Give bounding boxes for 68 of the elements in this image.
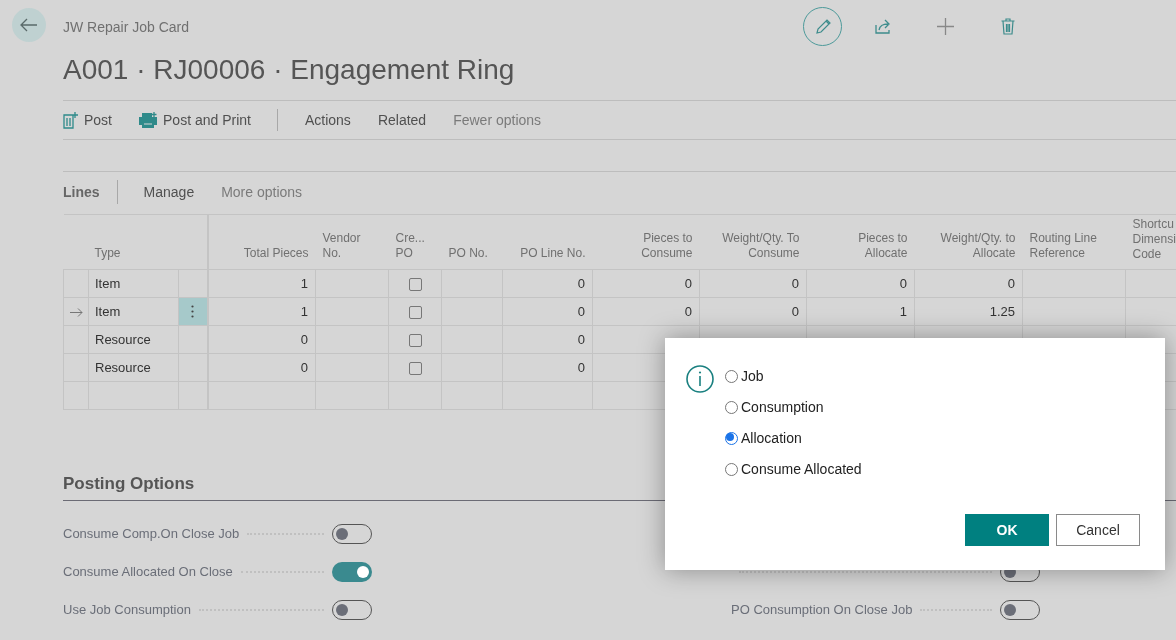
toolbar-button[interactable]: Fewer options xyxy=(453,105,542,135)
printer-icon xyxy=(138,111,158,129)
column-header[interactable]: Total Pieces xyxy=(243,245,309,261)
current-row-arrow-icon xyxy=(69,307,83,317)
column-header[interactable]: Weight/Qty. To Consume xyxy=(722,230,800,261)
table-cell: 0 xyxy=(300,331,308,347)
toolbar-button[interactable]: Post xyxy=(63,105,112,135)
toolbar-button[interactable]: Actions xyxy=(304,105,351,135)
new-button[interactable] xyxy=(935,16,955,36)
table-cell: Resource xyxy=(95,331,151,347)
column-header[interactable]: Cre... PO xyxy=(395,230,425,261)
info-icon xyxy=(686,365,714,393)
table-cell: 1 xyxy=(300,275,308,291)
checkbox[interactable] xyxy=(408,305,422,319)
column-header[interactable]: Routing Line Reference xyxy=(1029,230,1097,261)
column-header[interactable]: Pieces to Allocate xyxy=(858,230,908,261)
table-cell: 0 xyxy=(791,303,799,319)
radio-option[interactable]: Job xyxy=(725,361,862,392)
table-cell: 0 xyxy=(577,331,585,347)
plus-icon xyxy=(936,17,954,35)
table-cell: 0 xyxy=(577,359,585,375)
column-header[interactable]: Shortcu Dimensi Code xyxy=(1132,217,1176,262)
document-plus-icon xyxy=(63,111,79,129)
back-button[interactable] xyxy=(12,8,46,42)
table-cell: Item xyxy=(95,275,121,291)
table-cell: 0 xyxy=(577,303,585,319)
more-vertical-icon xyxy=(191,305,195,318)
section-title: Lines xyxy=(63,182,100,202)
table-cell: 0 xyxy=(684,275,692,291)
column-header[interactable]: PO Line No. xyxy=(520,245,586,261)
table-cell: 1 xyxy=(899,303,907,319)
toolbar-button[interactable]: More options xyxy=(221,181,303,203)
field-label: Consume Allocated On Close xyxy=(63,562,233,581)
table-cell: 1 xyxy=(300,303,308,319)
checkbox[interactable] xyxy=(408,277,422,291)
trash-icon xyxy=(1001,17,1015,35)
page-title: A001 · RJ00006 · Engagement Ring xyxy=(63,53,515,87)
ok-button[interactable]: OK xyxy=(965,514,1049,546)
column-header[interactable]: PO No. xyxy=(448,245,488,261)
toolbar-button[interactable]: Manage xyxy=(143,181,195,203)
field-label: Consume Comp.On Close Job xyxy=(63,524,240,543)
cancel-button[interactable]: Cancel xyxy=(1056,514,1140,546)
checkbox[interactable] xyxy=(408,361,422,375)
table-cell: 0 xyxy=(1007,275,1015,291)
table-cell: 0 xyxy=(577,275,585,291)
table-cell: 0 xyxy=(791,275,799,291)
table-cell: 0 xyxy=(684,303,692,319)
column-header[interactable]: Weight/Qty. to Allocate xyxy=(940,230,1016,261)
toolbar-button[interactable]: Post and Print xyxy=(138,105,251,135)
back-arrow-icon xyxy=(20,18,38,32)
pencil-icon xyxy=(813,17,832,36)
field-label: Use Job Consumption xyxy=(63,600,191,619)
column-header[interactable]: Type xyxy=(94,245,121,260)
share-icon xyxy=(874,18,892,34)
radio-option[interactable]: Consumption xyxy=(725,392,862,423)
toolbar-button[interactable]: Related xyxy=(377,105,427,135)
checkbox[interactable] xyxy=(408,333,422,347)
table-cell: 0 xyxy=(899,275,907,291)
radio-option[interactable]: Allocation xyxy=(725,423,862,454)
breadcrumb[interactable]: JW Repair Job Card xyxy=(63,17,190,38)
table-cell: 1.25 xyxy=(989,303,1015,319)
toggle-switch[interactable] xyxy=(332,561,372,582)
column-header[interactable]: Vendor No. xyxy=(322,230,361,261)
column-header[interactable]: Pieces to Consume xyxy=(641,230,693,261)
field-label: PO Consumption On Close Job xyxy=(731,600,913,619)
table-cell: Resource xyxy=(95,359,151,375)
table-cell: Item xyxy=(95,303,121,319)
table-cell: 0 xyxy=(300,359,308,375)
